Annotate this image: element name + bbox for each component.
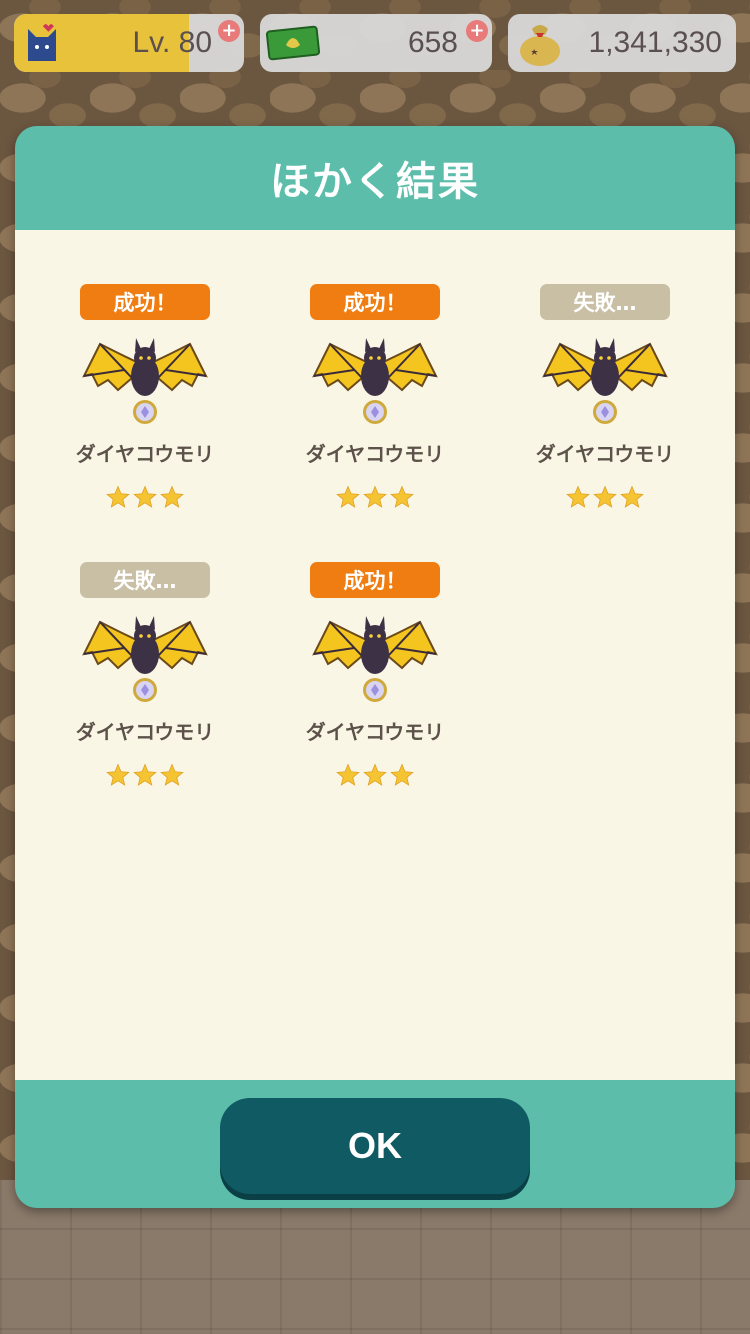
failure-badge: 失敗… <box>540 284 670 320</box>
dialog-header: ほかく結果 <box>15 126 735 230</box>
star-icon <box>593 485 617 508</box>
bat-icon <box>542 338 668 424</box>
result-item: 成功！ ダイヤコウモリ <box>30 284 260 532</box>
dialog-footer: OK <box>15 1080 735 1208</box>
item-name: ダイヤコウモリ <box>535 442 675 466</box>
success-badge: 成功！ <box>80 284 210 320</box>
dialog-body: 成功！ ダイヤコウモリ 成功！ ダイヤコウモリ 失敗… ダイヤコウモリ 失敗… … <box>15 230 735 1080</box>
star-icon <box>363 485 387 508</box>
result-item: 成功！ ダイヤコウモリ <box>260 284 490 532</box>
ok-button[interactable]: OK <box>220 1098 530 1194</box>
star-rating <box>106 485 184 509</box>
leaf-ticket-counter[interactable]: 658 + <box>260 14 492 72</box>
bell-counter: 1,341,330 <box>508 14 736 72</box>
bat-icon <box>312 338 438 424</box>
star-icon <box>390 485 414 508</box>
item-name: ダイヤコウモリ <box>75 720 215 744</box>
success-badge: 成功！ <box>310 284 440 320</box>
result-item: 失敗… ダイヤコウモリ <box>30 562 260 810</box>
item-name: ダイヤコウモリ <box>75 442 215 466</box>
star-rating <box>566 485 644 509</box>
star-icon <box>336 763 360 786</box>
star-icon <box>566 485 590 508</box>
results-grid: 成功！ ダイヤコウモリ 成功！ ダイヤコウモリ 失敗… ダイヤコウモリ 失敗… … <box>30 284 720 810</box>
level-label: Lv. 80 <box>132 26 213 59</box>
star-icon <box>390 763 414 786</box>
failure-badge: 失敗… <box>80 562 210 598</box>
star-rating <box>336 763 414 787</box>
star-icon <box>336 485 360 508</box>
star-icon <box>106 763 130 786</box>
success-badge: 成功！ <box>310 562 440 598</box>
star-icon <box>363 763 387 786</box>
level-indicator[interactable]: Lv. 80 + <box>14 14 244 72</box>
bell-bag-icon <box>520 25 560 66</box>
bat-icon <box>82 338 208 424</box>
star-icon <box>133 485 157 508</box>
item-name: ダイヤコウモリ <box>305 442 445 466</box>
leaf-ticket-icon <box>266 25 320 61</box>
star-icon <box>106 485 130 508</box>
star-icon <box>160 763 184 786</box>
capture-result-dialog: ほかく結果 成功！ ダイヤコウモリ 成功！ ダイヤコウモリ 失敗… ダイヤコウモ… <box>15 126 735 1208</box>
star-icon <box>160 485 184 508</box>
bell-count: 1,341,330 <box>588 26 722 59</box>
star-icon <box>620 485 644 508</box>
ticket-count: 658 <box>407 26 458 59</box>
cat-icon <box>28 24 56 61</box>
star-rating <box>336 485 414 509</box>
result-item: 成功！ ダイヤコウモリ <box>260 562 490 810</box>
bat-icon <box>312 616 438 702</box>
add-tickets-icon[interactable]: + <box>466 20 488 42</box>
bat-icon <box>82 616 208 702</box>
star-rating <box>106 763 184 787</box>
level-info-icon[interactable]: + <box>218 20 240 42</box>
dialog-title: ほかく結果 <box>270 159 480 205</box>
star-icon <box>133 763 157 786</box>
result-item: 失敗… ダイヤコウモリ <box>490 284 720 532</box>
item-name: ダイヤコウモリ <box>305 720 445 744</box>
